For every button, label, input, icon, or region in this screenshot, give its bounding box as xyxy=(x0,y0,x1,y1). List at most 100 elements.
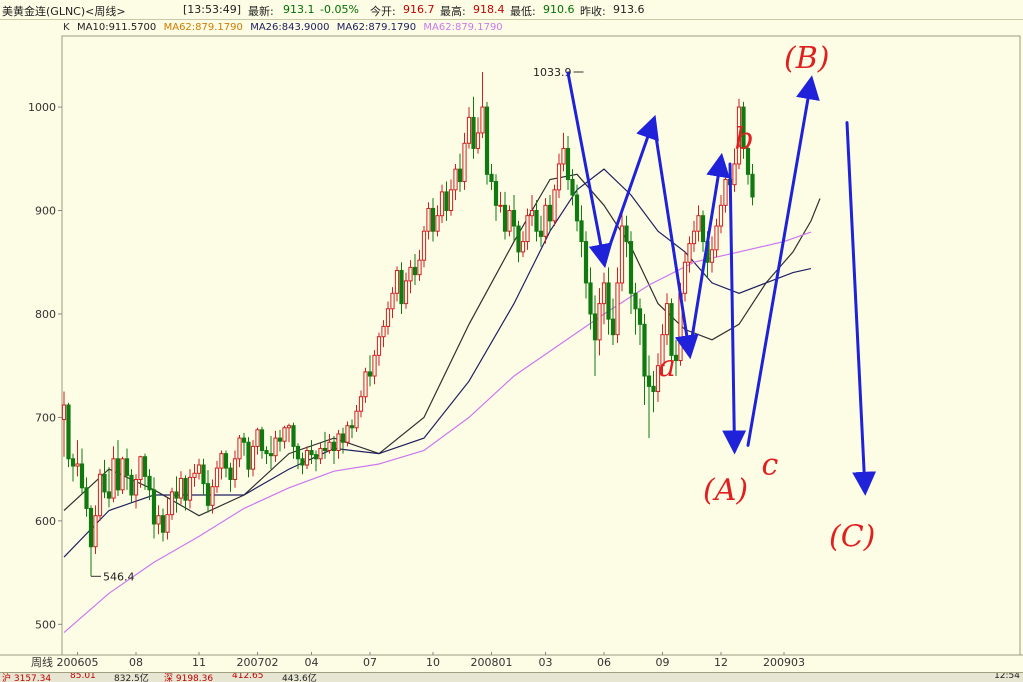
candle xyxy=(300,452,305,475)
candle xyxy=(462,132,467,190)
candle xyxy=(579,205,584,258)
candle xyxy=(214,460,220,493)
candle xyxy=(696,205,701,242)
candle xyxy=(322,431,328,459)
wave-label: (C) xyxy=(829,520,875,555)
candle xyxy=(453,163,458,201)
candle-body xyxy=(723,178,728,206)
candle-body xyxy=(583,241,589,284)
candle-body xyxy=(390,292,395,310)
candle-body xyxy=(66,404,71,460)
candle xyxy=(358,390,364,418)
candle xyxy=(120,456,125,494)
x-tick-label: 11 xyxy=(192,656,206,669)
candle-body xyxy=(484,106,490,175)
candle xyxy=(232,450,238,488)
candle xyxy=(124,448,130,490)
candle-body xyxy=(214,467,220,488)
y-tick-label: 700 xyxy=(35,411,56,424)
x-tick-label: 200801 xyxy=(471,656,513,669)
candle xyxy=(264,446,269,464)
candle xyxy=(502,191,508,240)
candle xyxy=(318,443,323,464)
candle xyxy=(561,132,566,172)
candle-body xyxy=(336,433,341,452)
candle xyxy=(201,458,206,495)
candle-body xyxy=(597,303,602,341)
candle-body xyxy=(637,308,643,325)
candle xyxy=(282,425,287,449)
candle-body xyxy=(502,204,508,232)
candle-body xyxy=(340,433,346,443)
candle xyxy=(277,429,283,452)
candle-body xyxy=(75,463,80,467)
candle-body xyxy=(160,515,166,533)
candle-body xyxy=(570,178,575,196)
candle xyxy=(102,459,107,499)
candle-body xyxy=(228,467,233,480)
candle xyxy=(529,195,535,227)
candle xyxy=(160,508,166,542)
candle-body xyxy=(709,249,715,263)
candle xyxy=(372,350,377,385)
candle xyxy=(457,153,463,192)
candle-body xyxy=(286,425,292,429)
candle-body xyxy=(115,458,121,491)
candle-body xyxy=(381,325,386,338)
candle xyxy=(538,215,544,247)
candle xyxy=(651,370,656,413)
candle xyxy=(610,298,616,345)
candle xyxy=(61,391,67,457)
candle xyxy=(385,301,391,335)
candle-body xyxy=(646,375,652,387)
candle xyxy=(750,163,755,206)
status-item: 412.65 xyxy=(232,672,264,681)
candle xyxy=(66,402,71,468)
candle xyxy=(394,266,400,302)
candle-body xyxy=(453,168,458,191)
candle-body xyxy=(246,441,251,470)
y-tick-label: 900 xyxy=(35,205,56,218)
candle-body xyxy=(300,458,305,466)
x-tick-label: 200605 xyxy=(57,656,99,669)
candle-body xyxy=(543,204,548,237)
candle-body xyxy=(412,266,418,276)
candle xyxy=(718,195,724,234)
candle xyxy=(597,288,602,356)
candle-body xyxy=(498,204,503,207)
x-tick-label: 200702 xyxy=(237,656,279,669)
candle xyxy=(331,436,337,464)
wave-arrow xyxy=(746,75,820,447)
candle xyxy=(588,267,593,330)
candle-body xyxy=(448,189,454,212)
candle xyxy=(412,253,418,285)
candle xyxy=(583,231,589,299)
candle xyxy=(255,427,260,455)
wave-label: (A) xyxy=(703,473,748,508)
candle-body xyxy=(367,371,373,377)
candle-body xyxy=(93,515,98,548)
candle-body xyxy=(651,385,656,393)
x-tick-label: 200903 xyxy=(763,656,805,669)
candle-body xyxy=(385,308,391,327)
candle-body xyxy=(210,486,215,506)
candle xyxy=(79,448,85,494)
candle xyxy=(174,476,179,513)
candle-body xyxy=(439,191,445,217)
candle-body xyxy=(187,476,193,501)
candle xyxy=(250,440,256,477)
candle xyxy=(115,440,121,497)
x-tick-label: 04 xyxy=(305,656,319,669)
x-tick-label: 07 xyxy=(363,656,377,669)
candle xyxy=(156,505,161,535)
x-tick-label: 09 xyxy=(656,656,670,669)
candle xyxy=(439,184,445,223)
candle-body xyxy=(196,464,202,474)
annotation-label: 1033.9 xyxy=(533,66,572,79)
candle xyxy=(223,450,229,478)
candle-body xyxy=(408,266,413,282)
candle-body xyxy=(682,261,688,294)
candle xyxy=(547,195,553,232)
candle-body xyxy=(219,453,224,469)
candle-body xyxy=(156,515,161,525)
